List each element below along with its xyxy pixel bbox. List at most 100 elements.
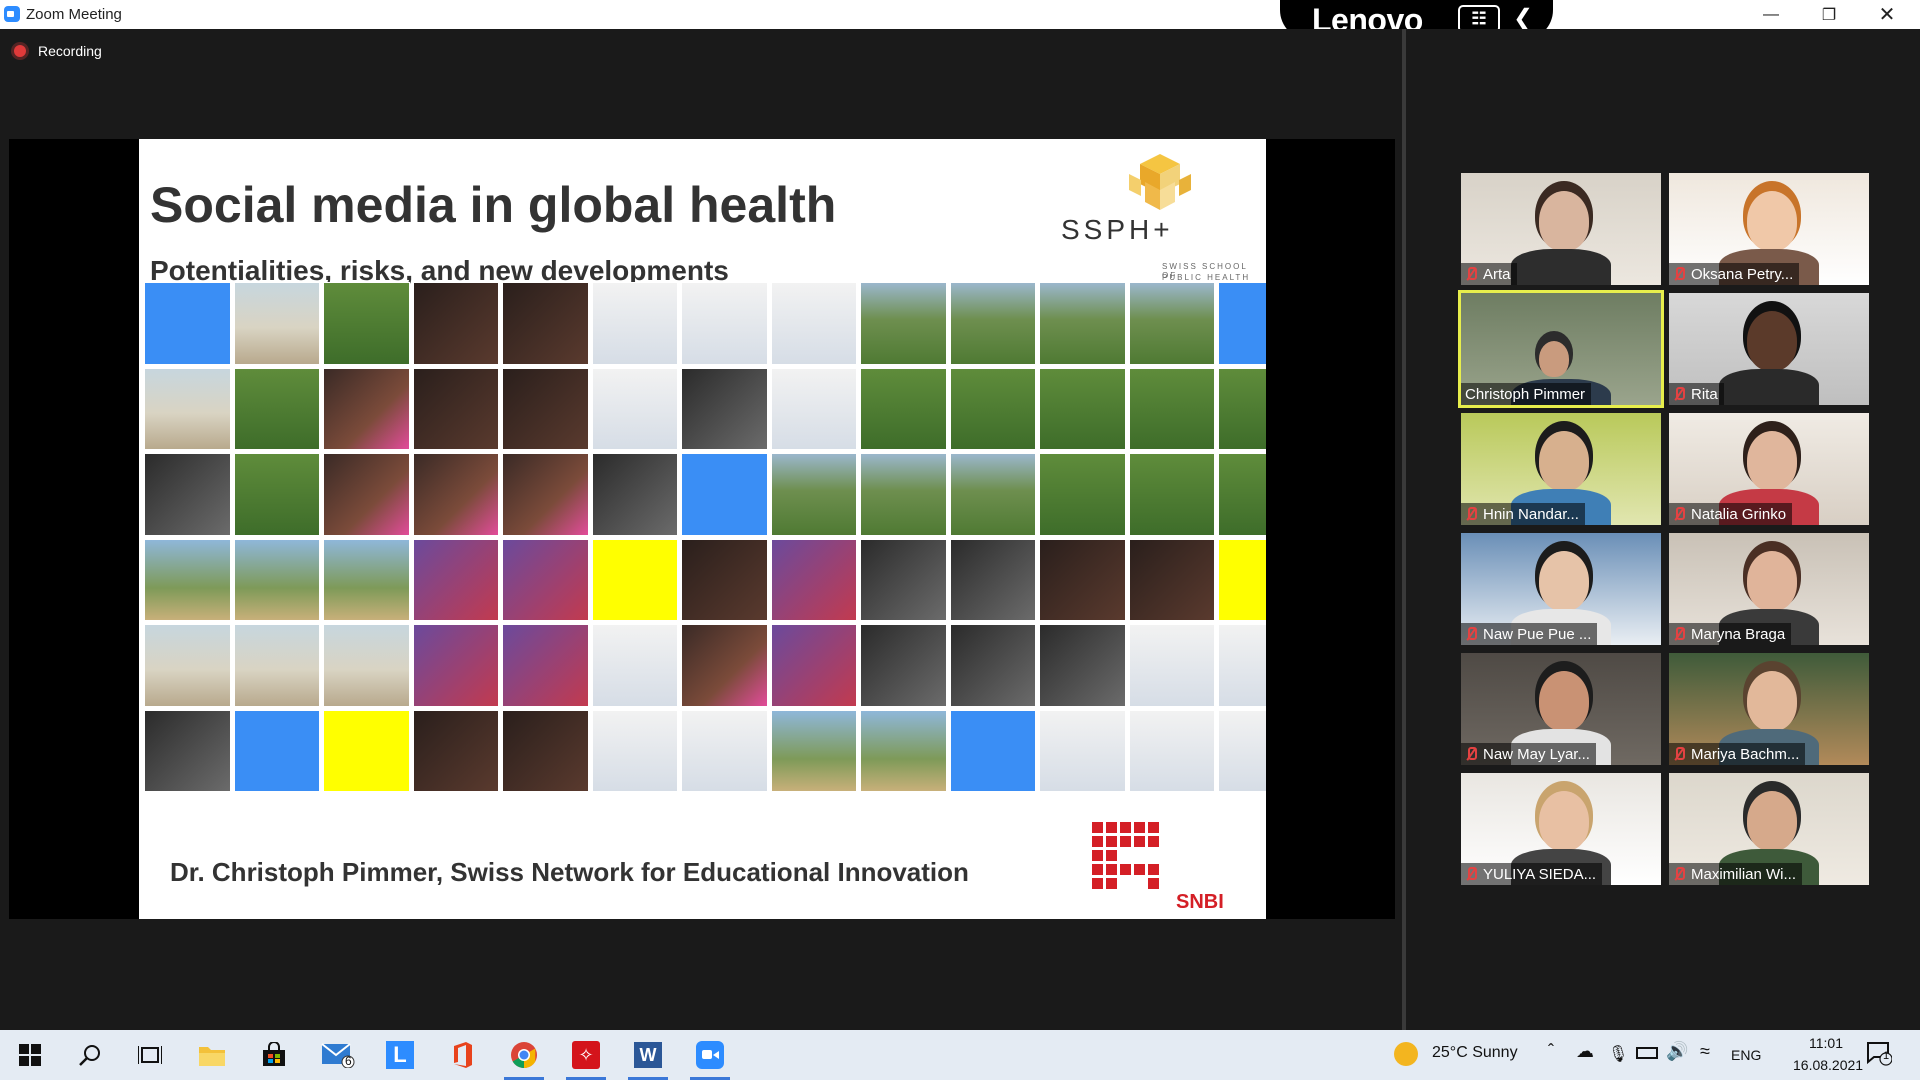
file-explorer-button[interactable] [186, 1030, 238, 1080]
snbi-logo-square [1106, 878, 1117, 889]
zoom-button[interactable] [684, 1030, 736, 1080]
participant-name-label: Arta [1461, 263, 1517, 285]
participant-video-tile[interactable]: YULIYA SIEDA... [1461, 773, 1661, 885]
collage-photo-tile [1128, 282, 1215, 365]
participant-video-tile[interactable]: Hnin Nandar... [1461, 413, 1661, 525]
collage-photo-tile [1128, 367, 1215, 450]
participant-body [1511, 249, 1611, 285]
participant-video-tile[interactable]: Natalia Grinko [1669, 413, 1869, 525]
snbi-logo-square [1120, 864, 1131, 875]
title-bar: Zoom Meeting — ❐ ✕ [0, 0, 1920, 29]
chevron-up-icon[interactable]: ˆ [1548, 1041, 1554, 1062]
participant-name: Naw May Lyar... [1483, 745, 1590, 763]
snbi-logo-square [1092, 850, 1103, 861]
shared-slide: Social media in global health Potentiali… [139, 139, 1266, 919]
collage-photo-tile [681, 624, 768, 707]
muted-microphone-icon [1673, 867, 1685, 881]
main-content-area: Recording Social media in global health … [0, 29, 1402, 1030]
participant-video-tile[interactable]: Maryna Braga [1669, 533, 1869, 645]
clock-date[interactable]: 16.08.2021 [1793, 1057, 1863, 1073]
participant-video-tile[interactable]: Oksana Petry... [1669, 173, 1869, 285]
clock-time[interactable]: 11:01 [1809, 1035, 1843, 1051]
collage-blue-tile [1218, 282, 1266, 365]
collage-photo-tile [770, 367, 857, 450]
store-button[interactable] [248, 1030, 300, 1080]
collage-photo-tile [681, 282, 768, 365]
task-view-button[interactable] [124, 1030, 176, 1080]
participant-head [1539, 191, 1589, 251]
collage-photo-tile [412, 367, 499, 450]
office-button[interactable] [436, 1030, 488, 1080]
mail-button[interactable]: 6 [312, 1030, 364, 1080]
weather-sun-icon[interactable] [1394, 1042, 1418, 1066]
participant-head [1539, 551, 1589, 611]
collage-photo-tile [412, 538, 499, 621]
participant-head [1747, 671, 1797, 731]
recording-indicator[interactable]: Recording [14, 43, 102, 59]
collage-blue-tile [681, 453, 768, 536]
participant-name-label: Christoph Pimmer [1461, 383, 1592, 405]
collage-photo-tile [681, 538, 768, 621]
participant-video-tile[interactable]: Naw Pue Pue ... [1461, 533, 1661, 645]
participant-name: Christoph Pimmer [1465, 385, 1586, 403]
battery-icon[interactable] [1636, 1047, 1658, 1059]
collage-photo-tile [502, 367, 589, 450]
collage-photo-tile [323, 624, 410, 707]
snbi-logo-square [1148, 836, 1159, 847]
acrobat-icon: ✧ [572, 1041, 600, 1069]
lenovo-vantage-button[interactable]: L [374, 1030, 426, 1080]
participant-video-tile[interactable]: Rita [1669, 293, 1869, 405]
collage-photo-tile [591, 282, 678, 365]
participant-video-tile[interactable]: Arta [1461, 173, 1661, 285]
collage-photo-tile [1039, 624, 1126, 707]
muted-microphone-icon [1465, 627, 1477, 641]
snbi-logo-square [1120, 822, 1131, 833]
snbi-logo-square [1134, 822, 1145, 833]
collage-photo-tile [323, 282, 410, 365]
participant-video-tile[interactable]: Christoph Pimmer [1458, 290, 1664, 408]
word-icon: W [634, 1042, 662, 1068]
notification-center-button[interactable]: 1 [1866, 1040, 1893, 1066]
snbi-name: SNBI [1176, 891, 1224, 913]
windows-taskbar: 6 L ✧ W 25°C Sunny ˆ ☁ 🎙 🔊 ≈ ENG 11:01 1… [0, 1030, 1920, 1080]
collage-photo-tile [502, 538, 589, 621]
participant-body [1719, 369, 1819, 405]
participant-name: Arta [1483, 265, 1511, 283]
word-button[interactable]: W [622, 1030, 674, 1080]
collage-photo-tile [860, 709, 947, 792]
participant-name-label: Oksana Petry... [1669, 263, 1800, 285]
muted-microphone-icon [1465, 867, 1477, 881]
collage-photo-tile [1039, 709, 1126, 792]
collage-photo-tile [412, 624, 499, 707]
participant-video-tile[interactable]: Naw May Lyar... [1461, 653, 1661, 765]
participant-head [1747, 551, 1797, 611]
language-indicator[interactable]: ENG [1731, 1047, 1761, 1063]
participant-video-tile[interactable]: Mariya Bachm... [1669, 653, 1869, 765]
acrobat-button[interactable]: ✧ [560, 1030, 612, 1080]
participant-head [1747, 191, 1797, 251]
close-button[interactable]: ✕ [1858, 0, 1916, 29]
minimize-button[interactable]: — [1742, 0, 1800, 29]
start-button[interactable] [4, 1030, 56, 1080]
muted-microphone-icon [1465, 267, 1477, 281]
microphone-icon[interactable]: 🎙 [1608, 1044, 1628, 1064]
collage-photo-tile [860, 538, 947, 621]
snbi-logo-square [1106, 850, 1117, 861]
folder-icon [199, 1047, 225, 1066]
wifi-icon[interactable]: ≈ [1700, 1041, 1710, 1062]
participant-video-tile[interactable]: Maximilian Wi... [1669, 773, 1869, 885]
collage-photo-tile [949, 367, 1036, 450]
lenovo-vantage-icon: L [386, 1041, 414, 1069]
collage-photo-tile [144, 709, 231, 792]
collage-photo-tile [1218, 624, 1266, 707]
participant-head [1539, 431, 1589, 491]
chrome-button[interactable] [498, 1030, 550, 1080]
collage-photo-tile [591, 367, 678, 450]
weather-text[interactable]: 25°C Sunny [1432, 1044, 1518, 1062]
restore-button[interactable]: ❐ [1800, 0, 1858, 29]
onedrive-cloud-icon[interactable]: ☁ [1576, 1041, 1594, 1062]
search-button[interactable] [64, 1030, 116, 1080]
window-title: Zoom Meeting [26, 6, 122, 23]
collage-photo-tile [1039, 538, 1126, 621]
speaker-icon[interactable]: 🔊 [1666, 1041, 1688, 1062]
